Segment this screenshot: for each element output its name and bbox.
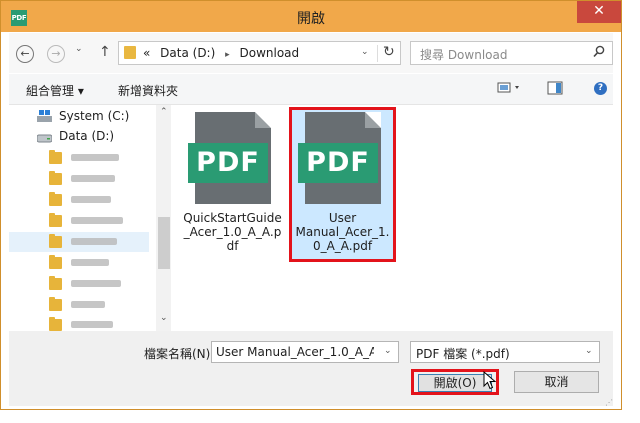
dialog-footer: 檔案名稱(N): User Manual_Acer_1.0_A_A.pdf ⌄ …	[9, 331, 613, 407]
folder-icon	[49, 317, 62, 331]
windows-drive-icon	[37, 110, 52, 122]
redacted-folder-label	[71, 175, 115, 182]
view-options-icon[interactable]	[497, 81, 523, 98]
search-icon[interactable]	[593, 45, 605, 62]
sidebar-item-folder[interactable]	[9, 295, 149, 315]
file-name: User Manual_Acer_1. 0_A_A.pdf	[292, 211, 393, 253]
address-divider	[377, 45, 378, 62]
forward-button[interactable]: →	[47, 45, 65, 63]
file-type-value: PDF 檔案 (*.pdf)	[416, 347, 510, 361]
folder-icon	[49, 234, 62, 248]
pdf-badge: PDF	[298, 143, 378, 183]
folder-icon	[124, 46, 136, 59]
redacted-folder-label	[71, 259, 109, 266]
cancel-button[interactable]: 取消	[514, 371, 599, 393]
breadcrumb: « Data (D:) ▸ Download	[143, 46, 299, 60]
preview-pane-icon[interactable]	[547, 81, 563, 98]
dialog-title: 開啟	[297, 11, 325, 27]
folder-icon	[49, 255, 62, 269]
title-bar[interactable]: PDF 開啟 ✕	[1, 1, 621, 32]
search-box[interactable]: 搜尋 Download	[410, 41, 613, 65]
sidebar-scrollbar[interactable]: ⌃ ⌄	[156, 105, 172, 331]
scroll-up-icon[interactable]: ⌃	[160, 107, 168, 117]
sidebar-item-folder[interactable]	[9, 274, 149, 294]
file-type-select[interactable]: PDF 檔案 (*.pdf) ⌄	[410, 341, 600, 363]
open-file-dialog: PDF 開啟 ✕ ← → ⌄ ↑ « Data (D:) ▸ Download …	[0, 0, 622, 410]
pdf-badge: PDF	[188, 143, 268, 183]
file-list: PDF QuickStartGuide _Acer_1.0_A_A.p df P…	[171, 105, 611, 331]
redacted-folder-label	[71, 280, 121, 287]
folder-icon	[49, 297, 62, 311]
close-button[interactable]: ✕	[577, 1, 621, 23]
file-name-line: _Acer_1.0_A_A.p	[183, 225, 282, 239]
drive-icon	[36, 132, 53, 143]
file-item-quickstartguide[interactable]: PDF QuickStartGuide _Acer_1.0_A_A.p df	[179, 107, 286, 262]
folder-icon	[49, 192, 62, 206]
navigation-bar: ← → ⌄ ↑ « Data (D:) ▸ Download ⌄ ↻ 搜尋 Do…	[9, 33, 613, 73]
redacted-folder-label	[71, 321, 113, 328]
file-type-dropdown-icon[interactable]: ⌄	[585, 346, 593, 356]
navigation-pane: System (C:) Data (D:) ⌃ ⌄	[9, 105, 172, 331]
sidebar-item-label: Data (D:)	[59, 129, 115, 143]
redacted-folder-label	[71, 196, 111, 203]
sidebar-item-data-drive[interactable]: Data (D:)	[9, 126, 149, 146]
redacted-folder-label	[71, 238, 117, 245]
sidebar-item-folder[interactable]	[9, 253, 149, 273]
breadcrumb-overflow[interactable]: «	[143, 46, 150, 60]
folder-icon	[49, 276, 62, 290]
breadcrumb-separator-icon[interactable]: ▸	[225, 50, 230, 60]
redacted-folder-label	[71, 154, 119, 161]
file-name-line: QuickStartGuide	[183, 211, 282, 225]
sidebar-item-folder[interactable]	[9, 190, 149, 210]
new-folder-button[interactable]: 新增資料夾	[118, 82, 178, 99]
sidebar-item-folder[interactable]	[9, 211, 149, 231]
resize-grip-icon[interactable]: ⋰	[605, 398, 613, 407]
page-fold	[255, 112, 271, 128]
recent-locations-dropdown[interactable]: ⌄	[75, 44, 83, 54]
file-name-field[interactable]: User Manual_Acer_1.0_A_A.pdf ⌄	[211, 341, 399, 363]
sidebar-item-download-folder[interactable]	[9, 232, 149, 252]
organize-menu-button[interactable]: 組合管理 ▾	[26, 82, 84, 99]
redacted-folder-label	[71, 217, 123, 224]
refresh-icon[interactable]: ↻	[383, 44, 395, 60]
file-name-line: Manual_Acer_1.	[295, 225, 390, 239]
back-button[interactable]: ←	[16, 45, 34, 63]
mouse-cursor-icon	[483, 370, 499, 391]
redacted-folder-label	[71, 301, 105, 308]
folder-icon	[49, 213, 62, 227]
folder-icon	[49, 150, 62, 164]
breadcrumb-item-data-drive[interactable]: Data (D:)	[160, 46, 215, 60]
breadcrumb-item-download[interactable]: Download	[239, 46, 299, 60]
file-name-line: df	[226, 239, 239, 253]
scroll-down-icon[interactable]: ⌄	[160, 313, 168, 323]
file-item-user-manual[interactable]: PDF User Manual_Acer_1. 0_A_A.pdf	[289, 107, 396, 262]
sidebar-item-folder[interactable]	[9, 169, 149, 189]
file-name-label: 檔案名稱(N):	[144, 347, 215, 361]
file-name-line: User	[328, 211, 357, 225]
search-input[interactable]: 搜尋 Download	[420, 46, 507, 63]
file-name-line: 0_A_A.pdf	[312, 239, 373, 253]
help-icon[interactable]: ?	[594, 82, 607, 95]
sidebar-item-label: System (C:)	[59, 109, 130, 123]
scrollbar-thumb[interactable]	[158, 217, 170, 269]
folder-icon	[49, 171, 62, 185]
address-bar[interactable]: « Data (D:) ▸ Download ⌄ ↻	[118, 41, 401, 65]
address-dropdown-button[interactable]: ⌄	[361, 47, 369, 57]
file-name-value[interactable]: User Manual_Acer_1.0_A_A.pdf	[216, 345, 374, 359]
page-fold	[365, 112, 381, 128]
file-name: QuickStartGuide _Acer_1.0_A_A.p df	[179, 211, 286, 253]
sidebar-item-folder[interactable]	[9, 148, 149, 168]
command-toolbar: 組合管理 ▾ 新增資料夾 ?	[9, 74, 613, 105]
sidebar-item-system-drive[interactable]: System (C:)	[9, 106, 149, 126]
file-name-dropdown-icon[interactable]: ⌄	[384, 346, 392, 356]
up-one-level-button[interactable]: ↑	[99, 44, 111, 60]
open-button[interactable]: 開啟(O)	[418, 374, 492, 392]
